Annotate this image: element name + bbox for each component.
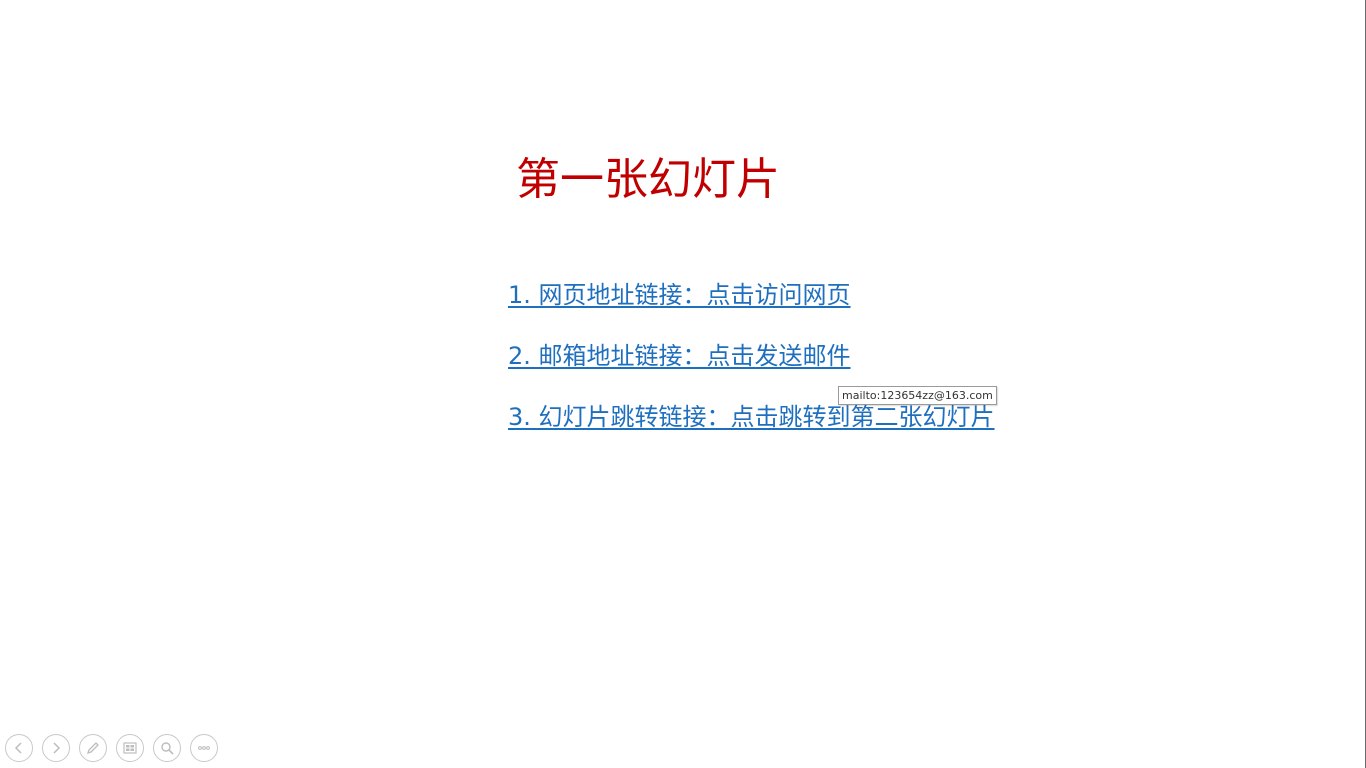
pen-tool-button[interactable] xyxy=(79,734,107,762)
see-all-slides-button[interactable] xyxy=(116,734,144,762)
pen-icon xyxy=(86,742,99,755)
hyperlink-list: 1. 网页地址链接：点击访问网页 2. 邮箱地址链接：点击发送邮件 3. 幻灯片… xyxy=(508,278,995,434)
slide-title: 第一张幻灯片 xyxy=(516,154,780,205)
link-webpage[interactable]: 1. 网页地址链接：点击访问网页 xyxy=(508,278,995,312)
zoom-button[interactable] xyxy=(153,734,181,762)
more-options-icon xyxy=(198,746,210,750)
next-icon xyxy=(53,742,61,754)
more-options-button[interactable] xyxy=(190,734,218,762)
zoom-icon xyxy=(161,742,174,755)
link-email[interactable]: 2. 邮箱地址链接：点击发送邮件 xyxy=(508,339,995,373)
link-slide-jump[interactable]: 3. 幻灯片跳转链接：点击跳转到第二张幻灯片 xyxy=(508,400,995,434)
hyperlink-tooltip: mailto:123654zz@163.com xyxy=(838,386,997,405)
previous-slide-button[interactable] xyxy=(5,734,33,762)
all-slides-icon xyxy=(123,742,137,754)
previous-icon xyxy=(14,742,22,754)
slide-canvas: 第一张幻灯片 1. 网页地址链接：点击访问网页 2. 邮箱地址链接：点击发送邮件… xyxy=(0,0,1366,768)
slideshow-toolbar xyxy=(5,734,218,762)
next-slide-button[interactable] xyxy=(42,734,70,762)
